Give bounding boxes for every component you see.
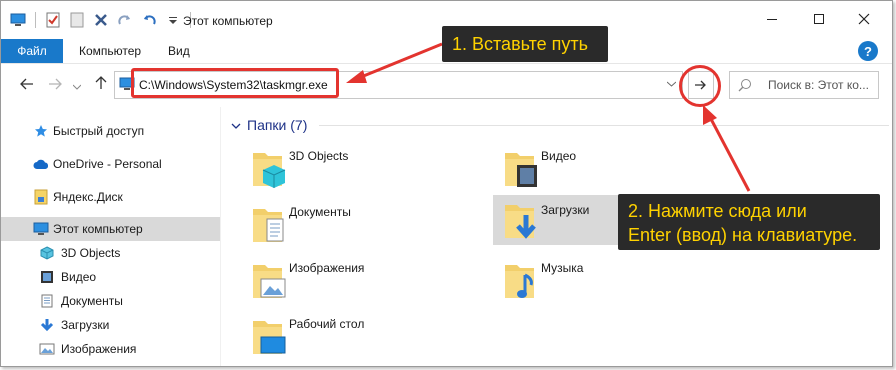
go-button-highlight-circle	[679, 65, 721, 107]
step1-callout: 1. Вставьте путь	[442, 26, 608, 62]
back-button[interactable]	[17, 75, 37, 95]
folder-label: Видео	[541, 149, 577, 163]
folder-label: Документы	[289, 205, 351, 219]
chevron-down-icon[interactable]	[666, 79, 677, 90]
minimize-icon	[766, 13, 778, 28]
navigation-pane: Быстрый доступ OneDrive - Personal Яндек…	[1, 115, 220, 366]
downloads-icon	[499, 197, 539, 247]
address-highlight-box	[131, 68, 339, 98]
step1-text: 1. Вставьте путь	[452, 34, 589, 54]
chevron-down-icon	[72, 77, 82, 94]
sidebar-item-documents[interactable]: Документы	[1, 289, 220, 313]
sidebar-item-this-pc[interactable]: Этот компьютер	[1, 217, 220, 241]
pictures-icon	[247, 255, 287, 305]
arrow-head	[703, 105, 717, 125]
3d-objects-icon	[39, 245, 55, 261]
folder-label: 3D Objects	[289, 149, 349, 163]
close-button[interactable]	[841, 1, 887, 39]
3d-objects-icon	[247, 143, 287, 193]
search-input[interactable]: Поиск в: Этот ко...	[768, 78, 869, 92]
folder-tile-pictures[interactable]: Изображения	[241, 253, 481, 307]
sidebar-item-onedrive[interactable]: OneDrive - Personal	[1, 152, 220, 176]
pane-divider	[220, 107, 221, 366]
tab-computer[interactable]: Компьютер	[79, 39, 141, 63]
close-icon	[858, 13, 870, 28]
undo-icon[interactable]	[140, 11, 158, 29]
tab-view[interactable]: Вид	[168, 39, 190, 63]
desktop-icon	[247, 311, 287, 361]
delete-icon[interactable]	[92, 11, 110, 29]
tab-file[interactable]: Файл	[1, 39, 63, 63]
sidebar-item-video[interactable]: Видео	[1, 265, 220, 289]
search-box[interactable]: Поиск в: Этот ко...	[729, 71, 879, 99]
section-divider	[319, 125, 889, 126]
sidebar-item-pictures[interactable]: Изображения	[1, 337, 220, 361]
cloud-icon	[33, 156, 49, 172]
arrow-right-icon	[48, 77, 62, 94]
maximize-button[interactable]	[796, 1, 842, 39]
separator	[35, 12, 36, 28]
forward-button[interactable]	[45, 75, 65, 95]
folder-label: Изображения	[289, 261, 365, 275]
new-folder-icon[interactable]	[68, 11, 86, 29]
sidebar-item-label: Документы	[61, 294, 123, 308]
documents-icon	[39, 293, 55, 309]
sidebar-item-label: Видео	[61, 270, 97, 284]
step2-text-line2: Enter (ввод) на клавиатуре.	[628, 225, 858, 245]
documents-icon	[247, 199, 287, 249]
folder-tile-video[interactable]: Видео	[493, 141, 733, 195]
downloads-icon	[39, 317, 55, 333]
sidebar-item-label: Этот компьютер	[53, 222, 143, 236]
sidebar-item-label: Яндекс.Диск	[53, 190, 123, 204]
window-title: Этот компьютер	[183, 14, 273, 28]
arrow-left-icon	[20, 77, 34, 94]
pictures-icon	[39, 341, 55, 357]
search-icon	[738, 78, 752, 95]
step2-text-line1: 2. Нажмите сюда или	[628, 201, 807, 221]
folder-tile-downloads[interactable]: Загрузки	[493, 195, 627, 245]
folder-label: Музыка	[541, 261, 584, 275]
section-title: Папки (7)	[247, 117, 308, 133]
arrow-up-icon	[95, 76, 107, 94]
star-icon	[33, 123, 49, 139]
computer-icon	[33, 221, 49, 237]
sidebar-item-label: Быстрый доступ	[53, 124, 145, 138]
folders-section-header[interactable]: Папки (7)	[231, 117, 307, 133]
sidebar-item-downloads[interactable]: Загрузки	[1, 313, 220, 337]
sidebar-item-yandex-disk[interactable]: Яндекс.Диск	[1, 185, 220, 209]
minimize-button[interactable]	[749, 1, 795, 39]
video-icon	[39, 269, 55, 285]
music-icon	[499, 255, 539, 305]
folder-tile-documents[interactable]: Документы	[241, 197, 481, 251]
sidebar-item-label: 3D Objects	[61, 246, 121, 260]
chevron-down-icon	[231, 117, 241, 133]
sidebar-item-quick-access[interactable]: Быстрый доступ	[1, 119, 220, 143]
customize-toolbar-icon[interactable]	[164, 11, 182, 29]
up-button[interactable]	[91, 75, 111, 95]
sidebar-item-3d-objects[interactable]: 3D Objects	[1, 241, 220, 265]
sidebar-item-label: Изображения	[61, 342, 137, 356]
help-button[interactable]: ?	[858, 41, 878, 61]
folder-tile-3d-objects[interactable]: 3D Objects	[241, 141, 481, 195]
folder-tile-desktop[interactable]: Рабочий стол	[241, 309, 481, 363]
step2-callout: 2. Нажмите сюда или Enter (ввод) на клав…	[618, 194, 880, 250]
folder-label: Рабочий стол	[289, 317, 365, 331]
sidebar-item-label: Загрузки	[61, 318, 110, 332]
folder-tile-music[interactable]: Музыка	[493, 253, 733, 307]
maximize-icon	[813, 13, 825, 28]
video-icon	[499, 143, 539, 193]
yandex-disk-icon	[33, 189, 49, 205]
recent-locations-button[interactable]	[67, 75, 87, 95]
folder-label: Загрузки	[541, 203, 590, 217]
quick-access-toolbar	[9, 11, 193, 29]
sidebar-item-label: OneDrive - Personal	[53, 157, 162, 171]
explorer-window: Этот компьютер Файл Компьютер Вид ? C:\W…	[0, 0, 893, 367]
computer-icon	[9, 11, 27, 29]
redo-icon[interactable]	[116, 11, 134, 29]
properties-icon[interactable]	[44, 11, 62, 29]
